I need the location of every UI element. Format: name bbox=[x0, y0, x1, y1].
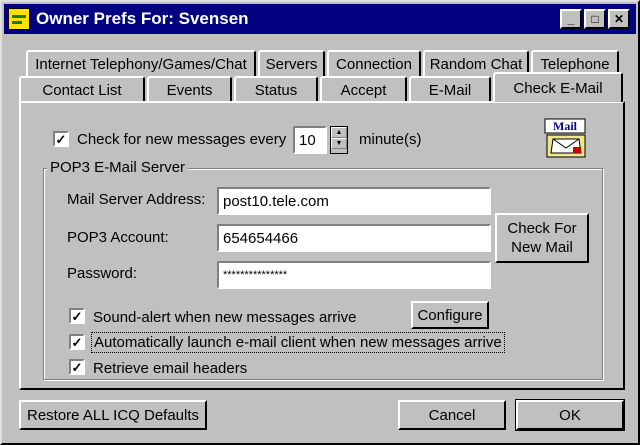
mail-server-label: Mail Server Address: bbox=[67, 191, 206, 208]
check-periodic-checkbox[interactable]: ✓ bbox=[53, 131, 69, 147]
tab-status[interactable]: Status bbox=[234, 76, 318, 102]
check-email-panel: ✓ Check for new messages every 10 ▲ ▼ mi… bbox=[19, 101, 625, 390]
mail-server-input[interactable]: post10.tele.com bbox=[217, 187, 491, 215]
tab-email[interactable]: E-Mail bbox=[409, 76, 491, 102]
maximize-button[interactable]: □ bbox=[584, 9, 606, 29]
tab-contact-list[interactable]: Contact List bbox=[19, 76, 145, 102]
interval-spinner[interactable]: ▲ ▼ bbox=[330, 126, 348, 154]
tab-accept[interactable]: Accept bbox=[320, 76, 407, 102]
minimize-button[interactable]: _ bbox=[560, 9, 582, 29]
ok-button[interactable]: OK bbox=[515, 399, 625, 431]
icq-app-icon bbox=[8, 8, 30, 30]
window-title: Owner Prefs For: Svensen bbox=[36, 9, 249, 28]
restore-defaults-button[interactable]: Restore ALL ICQ Defaults bbox=[19, 400, 207, 430]
tab-internet-telephony[interactable]: Internet Telephony/Games/Chat bbox=[26, 50, 256, 76]
check-interval-label: Check for new messages every bbox=[77, 131, 287, 148]
tab-check-email[interactable]: Check E-Mail bbox=[493, 72, 623, 102]
retrieve-headers-label: Retrieve email headers bbox=[93, 360, 248, 377]
interval-input[interactable]: 10 bbox=[293, 126, 327, 154]
svg-text:Mail: Mail bbox=[553, 119, 578, 133]
maximize-icon: □ bbox=[591, 12, 599, 26]
cancel-button[interactable]: Cancel bbox=[398, 400, 506, 430]
auto-launch-label: Automatically launch e-mail client when … bbox=[91, 332, 505, 353]
owner-prefs-window: Owner Prefs For: Svensen _ □ ✕ Internet … bbox=[0, 0, 640, 445]
tab-events[interactable]: Events bbox=[147, 76, 232, 102]
configure-button[interactable]: Configure bbox=[411, 301, 489, 329]
pop3-account-input[interactable]: 654654466 bbox=[217, 224, 491, 252]
pop3-account-label: POP3 Account: bbox=[67, 229, 169, 246]
close-button[interactable]: ✕ bbox=[608, 9, 630, 29]
tab-servers[interactable]: Servers bbox=[258, 50, 325, 76]
spin-up-icon[interactable]: ▲ bbox=[331, 127, 347, 138]
sound-alert-checkbox[interactable]: ✓ bbox=[69, 308, 85, 324]
minimize-icon: _ bbox=[567, 12, 575, 26]
tab-connection[interactable]: Connection bbox=[327, 50, 421, 76]
spin-down-icon[interactable]: ▼ bbox=[331, 138, 347, 149]
password-input[interactable]: *************** bbox=[217, 261, 491, 289]
password-label: Password: bbox=[67, 265, 138, 282]
interval-unit-label: minute(s) bbox=[359, 131, 422, 148]
close-icon: ✕ bbox=[613, 12, 625, 26]
mail-icon: Mail bbox=[544, 118, 586, 158]
auto-launch-checkbox[interactable]: ✓ bbox=[69, 334, 85, 350]
check-for-new-mail-button[interactable]: Check For New Mail bbox=[495, 213, 589, 263]
sound-alert-label: Sound-alert when new messages arrive bbox=[93, 309, 357, 326]
retrieve-headers-checkbox[interactable]: ✓ bbox=[69, 359, 85, 375]
pop3-group-label: POP3 E-Mail Server bbox=[47, 159, 189, 176]
title-bar[interactable]: Owner Prefs For: Svensen _ □ ✕ bbox=[4, 4, 636, 34]
